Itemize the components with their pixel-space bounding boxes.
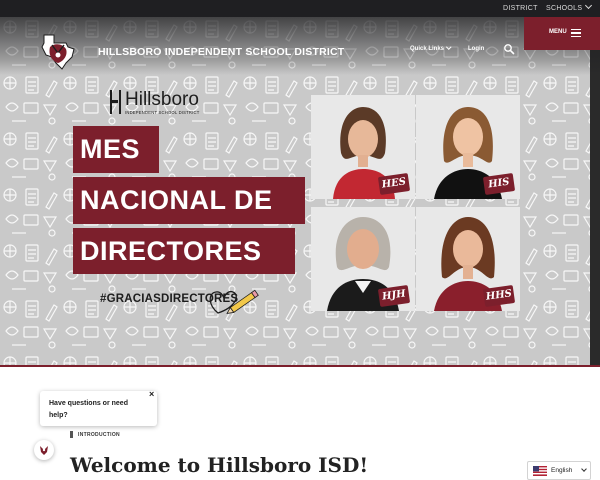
promo-title-line-1: MES [73, 126, 159, 173]
hamburger-icon [571, 29, 581, 39]
district-name[interactable]: HILLSBORO INDEPENDENT SCHOOL DISTRICT [98, 46, 344, 58]
page-title: Welcome to Hillsboro ISD! [70, 453, 369, 477]
menu-label: MENU [549, 29, 567, 35]
language-label: English [551, 467, 573, 474]
schools-label: SCHOOLS [546, 5, 583, 12]
principal-photo-hhs: HHS [416, 207, 520, 311]
promo-title-line-3: DIRECTORES [73, 228, 295, 274]
section-marker [70, 431, 73, 438]
chat-prompt-text: Have questions or need help? [49, 400, 128, 419]
us-flag-icon [533, 466, 547, 476]
principal-photo-his: HIS [416, 95, 520, 199]
language-selector[interactable]: English [527, 461, 591, 480]
chevron-down-icon [581, 466, 587, 472]
quick-links-label: Quick Links [410, 46, 445, 52]
search-icon[interactable] [503, 43, 515, 55]
schools-dropdown[interactable]: SCHOOLS [546, 0, 593, 17]
chat-prompt-bubble[interactable]: Have questions or need help? [40, 391, 157, 426]
heart-pencil-icon [209, 289, 259, 314]
section-label: INTRODUCTION [78, 432, 120, 438]
login-link[interactable]: Login [468, 46, 484, 52]
chevron-down-icon [585, 1, 593, 10]
district-link[interactable]: DISTRICT [503, 0, 538, 17]
hillsboro-h-mark [110, 90, 121, 114]
principal-photo-hes: HES [311, 95, 415, 199]
mascot-icon [40, 446, 48, 455]
hillsboro-logo-subtitle: INDEPENDENT SCHOOL DISTRICT [125, 110, 200, 115]
hero-banner: Hillsboro INDEPENDENT SCHOOL DISTRICT ME… [0, 17, 600, 365]
close-icon[interactable]: × [149, 389, 157, 399]
district-logo-icon[interactable] [38, 33, 78, 71]
principal-photo-hjh: HJH [311, 207, 415, 311]
utility-bar: DISTRICT SCHOOLS [0, 0, 600, 17]
quick-links-dropdown[interactable]: Quick Links [410, 44, 452, 52]
menu-button[interactable]: MENU [524, 17, 600, 50]
hero-divider [0, 365, 600, 367]
chevron-down-icon [446, 44, 452, 50]
page: DISTRICT SCHOOLS Hillsboro INDEPENDENT S… [0, 0, 600, 480]
hillsboro-logo-word: Hillsboro [125, 89, 199, 110]
promo-title-line-2: NACIONAL DE [73, 177, 305, 224]
chatbot-launcher[interactable] [34, 440, 54, 460]
